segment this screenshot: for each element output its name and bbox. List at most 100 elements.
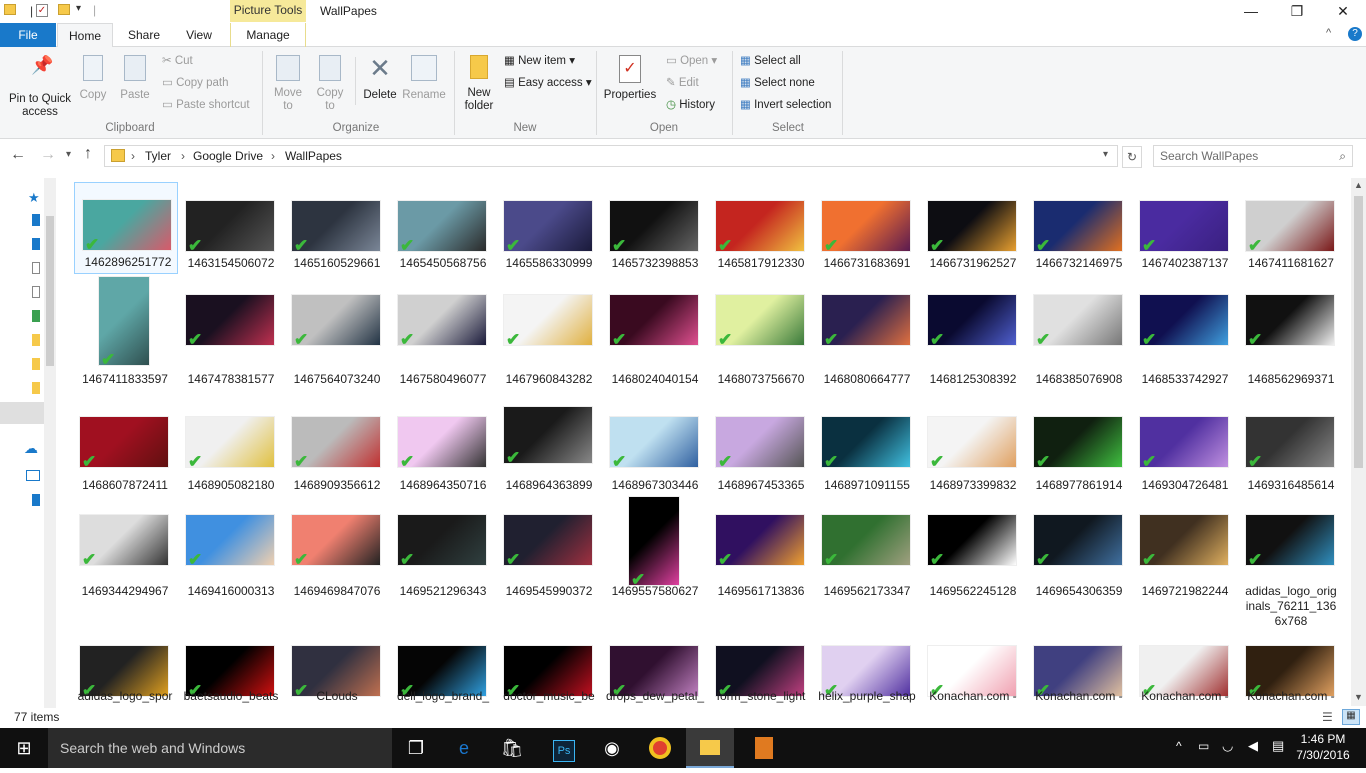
file-item[interactable]: ✔ 1469521296343 xyxy=(390,498,496,608)
show-hidden-icons-icon[interactable]: ^ xyxy=(1176,739,1182,753)
folder-icon[interactable] xyxy=(32,334,40,346)
steam-icon[interactable]: ◉ xyxy=(588,728,636,768)
folder-icon[interactable] xyxy=(32,358,40,370)
file-item[interactable]: ✔ 1469416000313 xyxy=(178,498,284,608)
documents-icon[interactable] xyxy=(32,262,40,274)
photoshop-icon[interactable]: Ps xyxy=(540,728,588,768)
recent-locations-icon[interactable]: ▾ xyxy=(66,149,71,160)
select-all-button[interactable]: ▦ Select all xyxy=(740,52,801,70)
selected-nav-item[interactable] xyxy=(0,402,44,424)
file-item[interactable]: ✔ 1468973399832 xyxy=(920,400,1026,510)
quick-access-star-icon[interactable]: ★ xyxy=(28,190,40,206)
back-arrow-icon[interactable]: ← xyxy=(10,146,26,164)
cut-button[interactable]: ✂ Cut xyxy=(162,52,193,70)
action-center-icon[interactable]: ▤ xyxy=(1272,738,1284,754)
file-item[interactable]: ✔ 1468125308392 xyxy=(920,278,1026,388)
file-item[interactable]: ✔ 1467580496077 xyxy=(390,278,496,388)
google-drive-icon[interactable] xyxy=(32,310,40,322)
file-item[interactable]: ✔ 1467411833597 xyxy=(72,276,178,388)
delete-button[interactable]: ✕ Delete xyxy=(360,55,400,102)
file-item[interactable]: ✔ 1468964350716 xyxy=(390,400,496,510)
file-item[interactable]: ✔ 1468971091155 xyxy=(814,400,920,510)
file-item[interactable]: ✔ adidas_logo_originals_76211_1366x768 xyxy=(1238,498,1344,628)
properties-qa-icon[interactable]: ✓ xyxy=(36,4,48,17)
file-item[interactable]: ✔ 1468073756670 xyxy=(708,278,814,388)
onedrive-icon[interactable]: ☁ xyxy=(24,440,38,457)
file-item[interactable]: ✔ 1467478381577 xyxy=(178,278,284,388)
start-button[interactable]: ⊞ xyxy=(0,728,48,768)
file-item[interactable]: ✔ 1462896251772 xyxy=(74,182,178,274)
file-item[interactable]: ✔ 1469316485614 xyxy=(1238,400,1344,510)
file-item[interactable]: ✔ CLouds xyxy=(284,629,390,708)
open-button[interactable]: ▭ Open ▾ xyxy=(666,52,717,70)
file-item[interactable]: ✔ 1468607872411 xyxy=(72,400,178,510)
breadcrumb-wallpapes[interactable]: WallPapes xyxy=(285,149,342,163)
help-icon[interactable]: ? xyxy=(1348,27,1362,41)
task-view-icon[interactable]: ❐ xyxy=(392,728,440,768)
select-none-button[interactable]: ▦ Select none xyxy=(740,74,815,92)
file-item[interactable]: ✔ 1469344294967 xyxy=(72,498,178,608)
minimize-button[interactable]: — xyxy=(1228,0,1274,22)
up-arrow-icon[interactable]: ↑ xyxy=(84,145,92,163)
network-icon[interactable] xyxy=(32,494,40,506)
file-item[interactable]: ✔ 1469562173347 xyxy=(814,498,920,608)
clock[interactable]: 1:46 PM 7/30/2016 xyxy=(1295,731,1351,763)
search-input[interactable]: Search WallPapes ⌕ xyxy=(1153,145,1353,167)
paste-shortcut-button[interactable]: ▭ Paste shortcut xyxy=(162,96,250,114)
file-item[interactable]: ✔ 1469304726481 xyxy=(1132,400,1238,510)
details-view-icon[interactable]: ☰ xyxy=(1322,710,1333,724)
scroll-down-icon[interactable]: ▼ xyxy=(1354,692,1363,702)
restore-button[interactable]: ❐ xyxy=(1274,0,1320,22)
file-item[interactable]: ✔ Konachan.com - xyxy=(920,629,1026,708)
address-bar[interactable]: › Tyler › Google Drive › WallPapes ▾ xyxy=(104,145,1118,167)
tab-manage[interactable]: Manage xyxy=(230,23,306,47)
invert-selection-button[interactable]: ▦ Invert selection xyxy=(740,96,831,114)
close-button[interactable]: ✕ xyxy=(1320,0,1366,22)
fl-studio-icon[interactable] xyxy=(740,728,788,768)
file-item[interactable]: ✔ 1469469847076 xyxy=(284,498,390,608)
file-item[interactable]: ✔ 1468024040154 xyxy=(602,278,708,388)
file-item[interactable]: ✔ 1468967453365 xyxy=(708,400,814,510)
file-item[interactable]: ✔ Konachan.com - xyxy=(1132,629,1238,708)
file-item[interactable]: ✔ 1469561713836 xyxy=(708,498,814,608)
file-item[interactable]: ✔ dell_logo_brand_ xyxy=(390,629,496,708)
nav-scrollbar[interactable] xyxy=(44,178,56,708)
downloads-icon[interactable] xyxy=(32,238,40,250)
pin-quick-access-button[interactable]: 📌 Pin to Quick access xyxy=(4,56,76,119)
new-folder-button[interactable]: New folder xyxy=(460,55,498,113)
new-folder-qa-icon[interactable] xyxy=(58,4,70,15)
tab-share[interactable]: Share xyxy=(118,23,170,47)
breadcrumb-google-drive[interactable]: Google Drive xyxy=(193,149,263,163)
file-item[interactable]: ✔ form_stone_light xyxy=(708,629,814,708)
content-scrollbar[interactable]: ▲ ▼ xyxy=(1351,178,1366,706)
qa-dropdown-icon[interactable]: ▾ xyxy=(76,3,81,14)
refresh-icon[interactable]: ↻ xyxy=(1122,146,1142,168)
copy-button[interactable]: Copy xyxy=(76,55,110,102)
easy-access-button[interactable]: ▤ Easy access ▾ xyxy=(504,74,592,92)
file-item[interactable]: ✔ 1468964363899 xyxy=(496,400,602,510)
file-item[interactable]: ✔ 1468562969371 xyxy=(1238,278,1344,388)
copy-to-button[interactable]: Copy to xyxy=(312,55,348,113)
file-item[interactable]: ✔ helix_purple_shap xyxy=(814,629,920,708)
edge-icon[interactable]: e xyxy=(440,728,488,768)
file-item[interactable]: ✔ 1468977861914 xyxy=(1026,400,1132,510)
wifi-icon[interactable]: ◡ xyxy=(1222,738,1233,754)
store-icon[interactable]: 🛍 xyxy=(488,728,536,768)
copy-path-button[interactable]: ▭ Copy path xyxy=(162,74,229,92)
file-item[interactable]: ✔ 1468905082180 xyxy=(178,400,284,510)
scroll-thumb[interactable] xyxy=(1354,196,1363,468)
file-item[interactable]: ✔ adidas_logo_spor xyxy=(72,629,178,708)
file-item[interactable]: ✔ 1469562245128 xyxy=(920,498,1026,608)
new-item-button[interactable]: ▦ New item ▾ xyxy=(504,52,575,70)
file-item[interactable]: ✔ 1468533742927 xyxy=(1132,278,1238,388)
folder-icon[interactable] xyxy=(32,382,40,394)
file-item[interactable]: ✔ 1469545990372 xyxy=(496,498,602,608)
paste-button[interactable]: Paste xyxy=(116,55,154,102)
volume-icon[interactable]: ◀ xyxy=(1248,738,1258,754)
history-button[interactable]: ◷ History xyxy=(666,96,715,114)
file-item[interactable]: ✔ baetsaudio_beats xyxy=(178,629,284,708)
file-item[interactable]: ✔ 1467564073240 xyxy=(284,278,390,388)
properties-button[interactable]: ✓ Properties xyxy=(602,55,658,102)
scroll-up-icon[interactable]: ▲ xyxy=(1354,180,1363,190)
this-pc-icon[interactable] xyxy=(26,470,40,481)
